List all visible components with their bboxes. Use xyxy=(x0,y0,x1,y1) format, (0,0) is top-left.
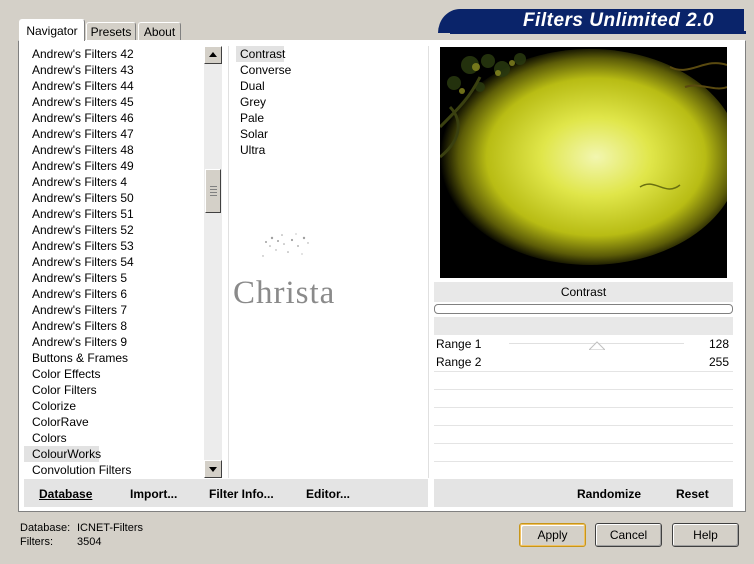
randomize-button[interactable]: Randomize xyxy=(577,479,641,507)
database-value: ICNET-Filters xyxy=(77,522,143,534)
empty-slot-line xyxy=(434,389,733,390)
right-toolbar: Randomize Reset xyxy=(434,479,733,507)
category-item[interactable]: ColorRave xyxy=(24,414,204,430)
category-item[interactable]: Andrew's Filters 6 xyxy=(24,286,204,302)
progress-spacer xyxy=(434,317,733,335)
range-1-label: Range 1 xyxy=(436,337,482,351)
tab-navigator[interactable]: Navigator xyxy=(19,19,85,41)
cancel-button[interactable]: Cancel xyxy=(595,523,662,547)
category-item[interactable]: ColourWorks xyxy=(24,446,101,462)
filter-item[interactable]: Contrast xyxy=(236,46,285,62)
filter-item[interactable]: Grey xyxy=(236,94,426,110)
database-button[interactable]: Database xyxy=(39,479,92,507)
reset-button[interactable]: Reset xyxy=(676,479,709,507)
category-item[interactable]: Convolution Filters xyxy=(24,462,204,478)
left-toolbar: Database Import... Filter Info... Editor… xyxy=(24,479,428,507)
filters-label: Filters: xyxy=(20,536,53,548)
filter-item[interactable]: Solar xyxy=(236,126,426,142)
slider-thumb-icon[interactable] xyxy=(588,341,605,350)
empty-slot-line xyxy=(434,407,733,408)
filters-count: 3504 xyxy=(77,536,102,548)
category-item[interactable]: Andrew's Filters 4 xyxy=(24,174,204,190)
category-item[interactable]: Andrew's Filters 44 xyxy=(24,78,204,94)
christa-watermark: Christa xyxy=(233,275,336,311)
arrow-up-icon xyxy=(209,52,217,57)
category-item[interactable]: Colorize xyxy=(24,398,204,414)
scroll-up-button[interactable] xyxy=(204,46,222,64)
range-2-slider[interactable]: Range 2 255 xyxy=(434,353,733,371)
range-1-value: 128 xyxy=(708,337,729,351)
database-label: Database: xyxy=(20,522,71,534)
category-item[interactable]: Colors xyxy=(24,430,204,446)
category-item[interactable]: Andrew's Filters 42 xyxy=(24,46,204,62)
category-item[interactable]: Andrew's Filters 9 xyxy=(24,334,204,350)
category-item[interactable]: Color Effects xyxy=(24,366,204,382)
apply-button[interactable]: Apply xyxy=(519,523,586,547)
arrow-down-icon xyxy=(209,467,217,472)
category-item[interactable]: Buttons & Frames xyxy=(24,350,204,366)
empty-slot-line xyxy=(434,371,733,372)
category-item[interactable]: Andrew's Filters 48 xyxy=(24,142,204,158)
category-item[interactable]: Andrew's Filters 46 xyxy=(24,110,204,126)
filter-info-button[interactable]: Filter Info... xyxy=(209,479,274,507)
category-item[interactable]: Color Filters xyxy=(24,382,204,398)
category-item[interactable]: Andrew's Filters 43 xyxy=(24,62,204,78)
category-list[interactable]: Andrew's Filters 42 Andrew's Filters 43 An… xyxy=(24,46,204,478)
category-item[interactable]: Andrew's Filters 8 xyxy=(24,318,204,334)
preview-image xyxy=(440,47,727,278)
range-2-label: Range 2 xyxy=(436,355,482,369)
category-item[interactable]: Andrew's Filters 53 xyxy=(24,238,204,254)
app-title-banner: Filters Unlimited 2.0 xyxy=(438,9,744,33)
editor-button[interactable]: Editor... xyxy=(306,479,350,507)
category-item[interactable]: Andrew's Filters 54 xyxy=(24,254,204,270)
tab-presets[interactable]: Presets xyxy=(86,22,136,40)
category-item[interactable]: Andrew's Filters 7 xyxy=(24,302,204,318)
filter-item[interactable]: Ultra xyxy=(236,142,426,158)
scroll-thumb[interactable] xyxy=(205,169,221,213)
filter-item[interactable]: Pale xyxy=(236,110,426,126)
help-button[interactable]: Help xyxy=(672,523,739,547)
category-scrollbar[interactable] xyxy=(204,46,222,478)
preview-filter-name: Contrast xyxy=(434,282,733,302)
empty-slot-line xyxy=(434,443,733,444)
empty-slot-line xyxy=(434,425,733,426)
import-button[interactable]: Import... xyxy=(130,479,177,507)
filter-item[interactable]: Dual xyxy=(236,78,426,94)
category-item[interactable]: Andrew's Filters 52 xyxy=(24,222,204,238)
category-item[interactable]: Andrew's Filters 5 xyxy=(24,270,204,286)
empty-slot-line xyxy=(434,461,733,462)
range-2-value: 255 xyxy=(708,355,729,369)
scroll-down-button[interactable] xyxy=(204,460,222,478)
column-divider xyxy=(228,46,229,478)
sparkle-icon xyxy=(262,233,309,257)
category-item[interactable]: Andrew's Filters 45 xyxy=(24,94,204,110)
column-divider xyxy=(428,46,429,478)
filter-item[interactable]: Converse xyxy=(236,62,426,78)
progress-bar xyxy=(434,304,733,314)
tab-about[interactable]: About xyxy=(138,22,181,40)
category-item[interactable]: Andrew's Filters 51 xyxy=(24,206,204,222)
range-1-slider[interactable]: Range 1 128 xyxy=(434,335,733,353)
category-item[interactable]: Andrew's Filters 47 xyxy=(24,126,204,142)
banner-stripe xyxy=(450,31,746,34)
category-item[interactable]: Andrew's Filters 49 xyxy=(24,158,204,174)
category-item[interactable]: Andrew's Filters 50 xyxy=(24,190,204,206)
